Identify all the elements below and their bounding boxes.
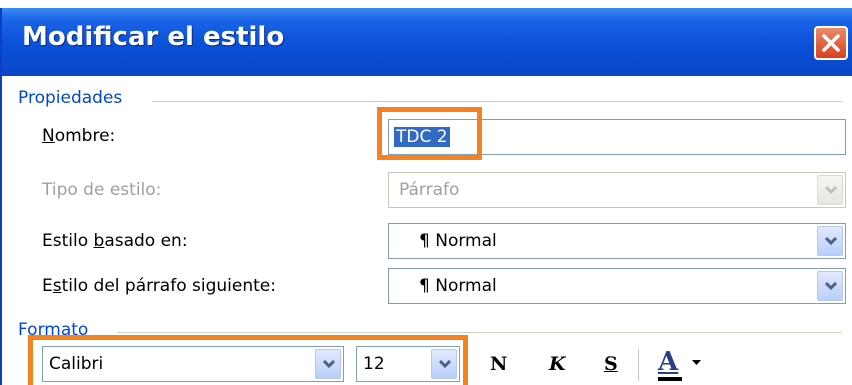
based-on-value: Normal [435,231,497,251]
modify-style-dialog: Modificar el estilo Propiedades Nombre: … [0,8,852,385]
close-button[interactable] [814,26,848,60]
dialog-body: Propiedades Nombre: TDC 2 Tipo de estilo… [2,76,852,385]
based-on-select[interactable]: ¶ Normal [388,223,846,259]
properties-group-line [152,101,842,102]
based-on-label: Estilo basado en: [42,231,188,251]
dropdown-arrow-icon [692,360,701,365]
next-paragraph-dropdown-button[interactable] [817,271,843,301]
style-type-value: Párrafo [399,180,460,200]
chevron-down-icon [824,186,838,195]
style-type-label: Tipo de estilo: [42,180,162,200]
based-on-dropdown-button[interactable] [817,226,843,256]
font-color-icon: A [658,347,679,377]
title-bar[interactable]: Modificar el estilo [2,8,852,76]
bold-button[interactable]: N [490,353,507,375]
underline-button[interactable]: S [604,353,618,375]
dialog-title: Modificar el estilo [22,22,285,52]
name-label: Nombre: [42,126,116,146]
next-paragraph-select[interactable]: ¶ Normal [388,268,846,304]
font-color-swatch [658,377,682,381]
format-highlight [28,335,468,385]
pilcrow-icon: ¶ [419,276,430,296]
name-highlight [377,107,482,160]
chevron-down-icon [824,282,838,291]
style-type-select[interactable]: Párrafo [388,172,846,208]
style-type-dropdown-button[interactable] [817,175,843,205]
toolbar-separator [638,349,639,381]
next-paragraph-label: Estilo del párrafo siguiente: [42,276,276,296]
chevron-down-icon [824,237,838,246]
font-color-button[interactable]: A [654,346,710,382]
format-group-line [117,332,842,333]
properties-group-title: Propiedades [18,88,123,108]
next-paragraph-value: Normal [435,276,497,296]
close-icon [822,34,840,52]
pilcrow-icon: ¶ [419,231,430,251]
italic-button[interactable]: K [549,353,566,375]
